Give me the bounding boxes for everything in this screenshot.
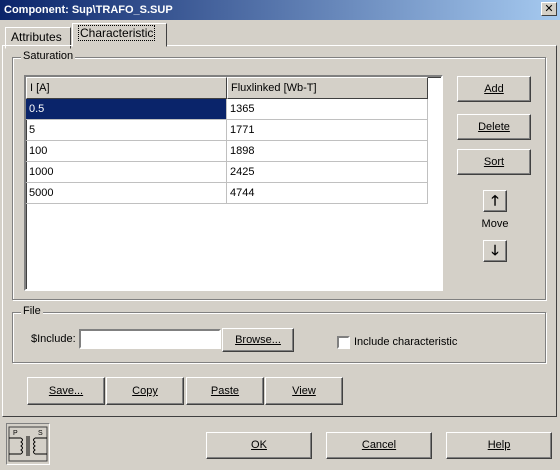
sort-button[interactable]: Sort — [457, 149, 531, 175]
cell-current[interactable]: 1000 — [26, 162, 227, 183]
transformer-icon: P S — [8, 426, 48, 462]
cell-current[interactable]: 100 — [26, 141, 227, 162]
ok-button[interactable]: OK — [206, 432, 312, 459]
browse-button[interactable]: Browse... — [222, 328, 294, 352]
tab-characteristic[interactable]: Characteristic — [72, 23, 167, 47]
view-button[interactable]: View — [265, 377, 343, 405]
tab-attributes-label: Attributes — [11, 30, 62, 44]
column-header-fluxlinked[interactable]: Fluxlinked [Wb-T] — [227, 77, 428, 99]
move-label: Move — [481, 218, 509, 230]
cell-flux[interactable]: 1365 — [227, 99, 428, 120]
icon-p-label: P — [13, 430, 18, 437]
window-titlebar: Component: Sup\TRAFO_S.SUP ✕ — [0, 0, 560, 20]
table-row[interactable]: 100 1898 — [26, 141, 441, 162]
cell-current[interactable]: 5 — [26, 120, 227, 141]
table-row[interactable]: 5 1771 — [26, 120, 441, 141]
paste-button[interactable]: Paste — [186, 377, 264, 405]
cell-current[interactable]: 0.5 — [26, 99, 227, 120]
arrow-down-icon: 🡓 — [491, 243, 499, 259]
move-down-button[interactable]: 🡓 — [483, 240, 507, 262]
close-button[interactable]: ✕ — [541, 2, 557, 16]
include-characteristic-label[interactable]: Include characteristic — [354, 336, 457, 348]
add-button[interactable]: Add — [457, 76, 531, 102]
saturation-table[interactable]: I [A] Fluxlinked [Wb-T] 0.5 1365 5 1771 … — [24, 75, 443, 291]
include-input[interactable] — [79, 329, 221, 349]
include-label: $Include: — [31, 333, 76, 345]
table-row[interactable]: 0.5 1365 — [26, 99, 441, 120]
cell-flux[interactable]: 2425 — [227, 162, 428, 183]
delete-button[interactable]: Delete — [457, 114, 531, 140]
table-row[interactable]: 5000 4744 — [26, 183, 441, 204]
save-button[interactable]: Save... — [27, 377, 105, 405]
close-icon: ✕ — [544, 2, 554, 15]
table-header: I [A] Fluxlinked [Wb-T] — [26, 77, 441, 99]
help-button[interactable]: Help — [446, 432, 552, 459]
window-title: Component: Sup\TRAFO_S.SUP — [4, 4, 173, 16]
saturation-group-label: Saturation — [21, 50, 76, 62]
table-row[interactable]: 1000 2425 — [26, 162, 441, 183]
move-up-button[interactable]: 🡑 — [483, 190, 507, 212]
file-group-label: File — [21, 305, 43, 317]
icon-s-label: S — [38, 430, 43, 437]
cell-flux[interactable]: 1771 — [227, 120, 428, 141]
arrow-up-icon: 🡑 — [491, 193, 499, 209]
cell-current[interactable]: 5000 — [26, 183, 227, 204]
tab-characteristic-label: Characteristic — [78, 25, 156, 41]
cancel-button[interactable]: Cancel — [326, 432, 432, 459]
cell-flux[interactable]: 4744 — [227, 183, 428, 204]
cell-flux[interactable]: 1898 — [227, 141, 428, 162]
column-header-current[interactable]: I [A] — [26, 77, 227, 99]
include-characteristic-checkbox[interactable] — [337, 336, 350, 349]
ps-transformer-icon: P S — [6, 423, 50, 465]
copy-button[interactable]: Copy — [106, 377, 184, 405]
